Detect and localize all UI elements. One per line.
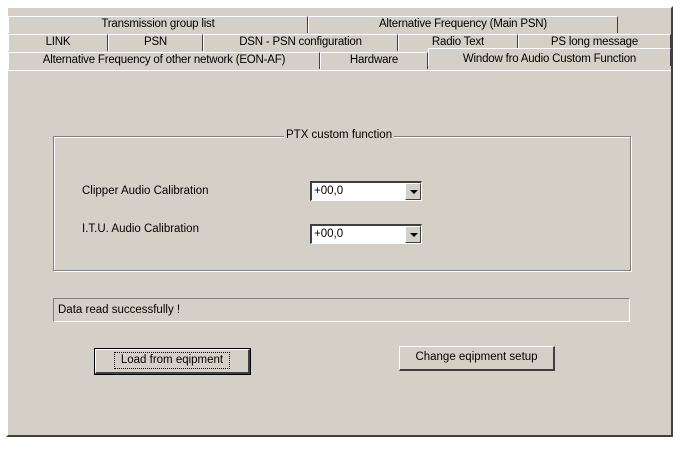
tab-dsn-psn-configuration[interactable]: DSN - PSN configuration (203, 34, 398, 51)
tab-row-3: Alternative Frequency of other network (… (8, 48, 671, 69)
load-from-equipment-button[interactable]: Load from eqipment (94, 348, 251, 375)
chevron-down-icon (410, 233, 418, 237)
tab-window-audio-custom-function[interactable]: Window fro Audio Custom Function (428, 48, 671, 66)
tab-alternative-frequency-main-psn[interactable]: Alternative Frequency (Main PSN) (308, 16, 618, 33)
itu-dropdown-button[interactable] (405, 226, 421, 243)
clipper-value: +00,0 (314, 185, 344, 197)
dialog-window: Transmission group list Alternative Freq… (6, 6, 673, 437)
status-field: Data read successfully ! (53, 298, 630, 322)
tab-row-1: Transmission group list Alternative Freq… (8, 16, 618, 33)
ptx-custom-function-group: PTX custom function Clipper Audio Calibr… (53, 129, 631, 271)
tab-link[interactable]: LINK (8, 34, 108, 51)
change-equipment-setup-button[interactable]: Change eqipment setup (399, 346, 555, 371)
clipper-audio-calibration-label: Clipper Audio Calibration (82, 185, 209, 197)
tab-psn[interactable]: PSN (108, 34, 203, 51)
tab-transmission-group-list[interactable]: Transmission group list (8, 16, 308, 33)
itu-audio-calibration-select[interactable]: +00,0 (310, 224, 422, 244)
clipper-audio-calibration-select[interactable]: +00,0 (310, 181, 422, 201)
tab-content-panel: PTX custom function Clipper Audio Calibr… (8, 70, 671, 435)
itu-value: +00,0 (314, 228, 344, 240)
itu-audio-calibration-label: I.T.U. Audio Calibration (82, 223, 199, 235)
tab-hardware[interactable]: Hardware (320, 52, 428, 69)
chevron-down-icon (410, 190, 418, 194)
group-title: PTX custom function (284, 129, 395, 141)
load-button-label: Load from eqipment (113, 352, 231, 369)
clipper-dropdown-button[interactable] (405, 183, 421, 200)
tab-alternative-frequency-eon-af[interactable]: Alternative Frequency of other network (… (8, 52, 320, 69)
